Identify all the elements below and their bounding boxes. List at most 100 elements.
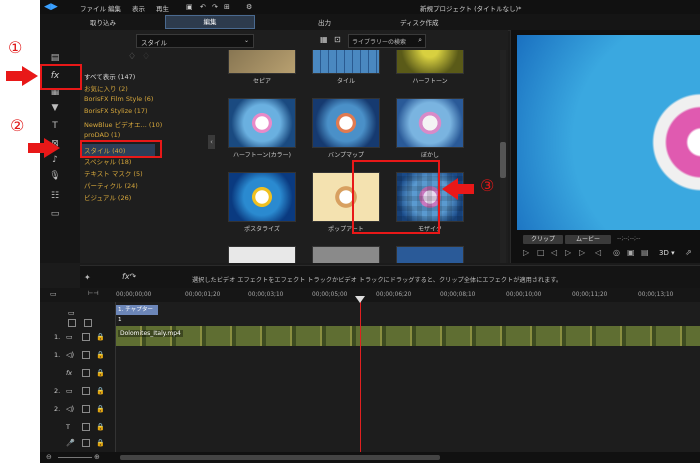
library-search-input[interactable]: ライブラリーの検索 ⌕: [348, 34, 426, 48]
settings-icon[interactable]: ⚙: [246, 3, 252, 11]
lock-icon[interactable]: 🔒: [96, 439, 105, 447]
effect-thumb-blur[interactable]: [396, 98, 464, 148]
lock-icon[interactable]: 🔒: [96, 405, 105, 413]
playhead[interactable]: [360, 296, 361, 456]
play-icon[interactable]: ▷: [523, 248, 529, 257]
highlight-mosaic-effect: [352, 160, 440, 234]
category-item[interactable]: パーティクル (24): [84, 180, 138, 190]
track-enable-checkbox[interactable]: [82, 351, 90, 359]
fullscreen-icon[interactable]: ▣: [627, 248, 635, 257]
category-item[interactable]: すべて表示 (147): [84, 71, 135, 81]
menu-play[interactable]: 再生: [156, 3, 169, 13]
timeline-ruler[interactable]: ▭ ⊢⊣ 00;00;00;00 00;00;01;20 00;00;03;10…: [40, 288, 700, 303]
category-item[interactable]: BorisFX Stylize (17): [84, 107, 148, 115]
timeline-tracks[interactable]: [40, 302, 700, 452]
zoom-in-icon[interactable]: ⊕: [94, 453, 100, 461]
tab-disc[interactable]: ディスク作成: [400, 17, 439, 27]
effect-thumb-halftone-color[interactable]: [228, 98, 296, 148]
save-icon[interactable]: ▣: [186, 3, 193, 11]
category-item[interactable]: お気に入り (2): [84, 83, 128, 93]
track-enable-checkbox[interactable]: [82, 439, 90, 447]
redo-icon[interactable]: ↷: [212, 3, 218, 11]
clip-label: Dolomites_Italy.mp4: [118, 330, 183, 337]
category-item[interactable]: テキスト マスク (5): [84, 168, 143, 178]
zoom-out-icon[interactable]: ⊖: [46, 453, 52, 461]
subtitle-room-icon[interactable]: ▭: [48, 208, 62, 220]
media-room-icon[interactable]: ▤: [48, 52, 62, 64]
clip-mode-button[interactable]: クリップ: [523, 235, 563, 244]
effect-thumb-posterize[interactable]: [228, 172, 296, 222]
chapter-marker[interactable]: 1. チャプター 1: [116, 305, 158, 323]
effect-thumb-tile[interactable]: [312, 50, 380, 74]
particle-room-icon[interactable]: ▼: [48, 102, 62, 114]
effect-thumb-bumpmap[interactable]: [312, 98, 380, 148]
effect-thumb-halftone[interactable]: [396, 50, 464, 74]
effect-thumb[interactable]: [312, 246, 380, 263]
track-enable-checkbox[interactable]: [82, 387, 90, 395]
snapshot-icon[interactable]: ◎: [613, 248, 620, 257]
tab-edit[interactable]: 編集: [165, 15, 255, 29]
track-header-audio-1: 1. ◁) 🔒: [54, 351, 105, 359]
fit-icon[interactable]: ⊞: [224, 3, 230, 11]
track-enable-checkbox[interactable]: [82, 369, 90, 377]
remove-favorite-icon[interactable]: ♢: [142, 52, 150, 62]
fit-timeline-icon[interactable]: ⊢⊣: [88, 290, 98, 297]
ruler-tick: 00;00;00;00: [116, 292, 152, 298]
sparkle-icon[interactable]: ✦: [84, 273, 91, 282]
menu-bar: ◀▶ ファイル 編集 表示 再生 ▣ ↶ ↷ ⊞ ⚙ 新規プロジェクト (タイト…: [40, 0, 700, 14]
external-preview-icon[interactable]: ⇗: [685, 248, 692, 257]
lock-icon[interactable]: 🔒: [96, 369, 105, 377]
add-favorite-icon[interactable]: ♢: [128, 52, 136, 62]
effect-thumb-sepia[interactable]: [228, 50, 296, 74]
tab-import[interactable]: 取り込み: [90, 17, 116, 27]
prev-frame-icon[interactable]: ◁: [551, 248, 557, 257]
next-frame-icon[interactable]: ▷: [565, 248, 571, 257]
lock-icon[interactable]: 🔒: [96, 333, 105, 341]
track-enable-checkbox[interactable]: [82, 423, 90, 431]
collapse-category-button[interactable]: ‹: [208, 135, 215, 149]
category-item[interactable]: ビジュアル (26): [84, 192, 131, 202]
playhead-handle[interactable]: [355, 296, 365, 303]
lock-icon[interactable]: 🔒: [96, 351, 105, 359]
menu-edit[interactable]: 編集: [108, 3, 121, 13]
track-enable-checkbox[interactable]: [82, 405, 90, 413]
effect-thumb[interactable]: [396, 246, 464, 263]
track-enable-checkbox[interactable]: [84, 319, 92, 327]
undo-icon[interactable]: ↶: [200, 3, 206, 11]
ruler-tick: 00;00;13;10: [638, 292, 674, 298]
menu-view[interactable]: 表示: [132, 3, 145, 13]
category-item[interactable]: NewBlue ビデオエ... (10): [84, 119, 162, 129]
thumb-size-icon[interactable]: ⊡: [334, 35, 341, 44]
library-scrollbar[interactable]: [500, 50, 506, 263]
undock-icon[interactable]: ▤: [641, 248, 649, 257]
title-room-icon[interactable]: T: [48, 120, 62, 132]
effect-thumb[interactable]: [228, 246, 296, 263]
menu-file[interactable]: ファイル: [80, 3, 106, 13]
3d-mode-button[interactable]: 3D ▾: [659, 249, 675, 257]
fx-icon[interactable]: fx↷: [122, 272, 136, 281]
stop-icon[interactable]: □: [537, 248, 545, 257]
lock-icon[interactable]: 🔒: [96, 387, 105, 395]
scrollbar-thumb[interactable]: [500, 142, 506, 178]
lock-icon[interactable]: 🔒: [96, 423, 105, 431]
fast-forward-icon[interactable]: ▷: [579, 248, 585, 257]
video-track-icon: ▭: [66, 387, 73, 395]
chapter-room-icon[interactable]: ☷: [48, 190, 62, 202]
track-enable-checkbox[interactable]: [82, 333, 90, 341]
zoom-slider[interactable]: [58, 457, 92, 458]
highlight-style-category: [80, 140, 162, 158]
track-visibility-checkbox[interactable]: [68, 319, 76, 327]
category-item[interactable]: BorisFX Film Style (6): [84, 95, 153, 103]
track-manager-icon[interactable]: ▭: [50, 290, 57, 298]
grid-view-icon[interactable]: ▦: [320, 35, 328, 44]
tab-output[interactable]: 出力: [318, 17, 331, 27]
effect-label: ハーフトーン: [412, 78, 448, 85]
preview-video: [517, 35, 700, 230]
category-item[interactable]: proDAD (1): [84, 131, 120, 139]
timeline-scrollbar[interactable]: [120, 455, 440, 460]
video-clip[interactable]: [116, 326, 700, 346]
volume-icon[interactable]: ◁: [595, 248, 601, 257]
movie-mode-button[interactable]: ムービー: [565, 235, 611, 244]
voice-room-icon[interactable]: 🎙: [48, 170, 62, 182]
category-dropdown[interactable]: スタイル ⌄: [136, 34, 254, 48]
